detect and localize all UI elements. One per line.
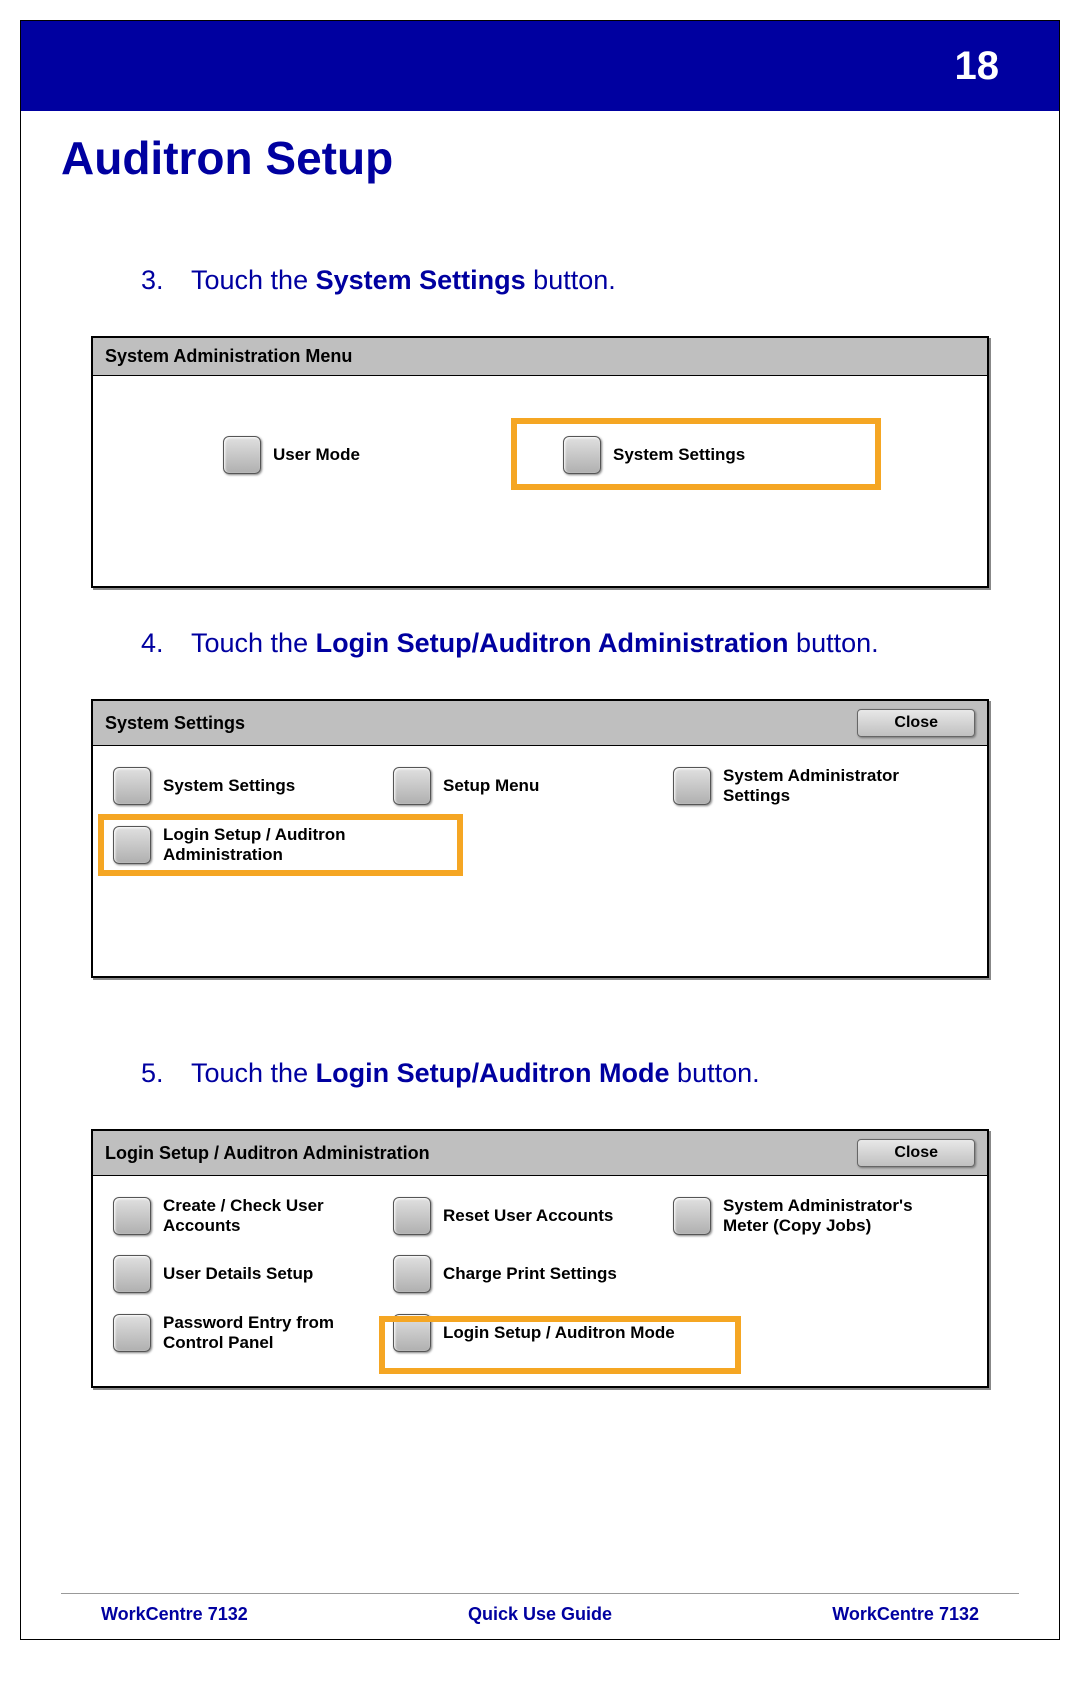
header-bar: 18 bbox=[21, 21, 1059, 111]
step-3-prefix: Touch the bbox=[191, 265, 316, 295]
login-setup-auditron-admin-label: Login Setup / Auditron Administration bbox=[163, 825, 423, 864]
footer-center: Quick Use Guide bbox=[468, 1604, 612, 1625]
login-setup-auditron-admin-button[interactable]: Login Setup / Auditron Administration bbox=[113, 825, 423, 864]
step-3: 3. Touch the System Settings button. bbox=[141, 265, 989, 296]
button-icon bbox=[673, 767, 711, 805]
step-4: 4. Touch the Login Setup/Auditron Admini… bbox=[141, 628, 989, 659]
system-settings-label-2: System Settings bbox=[163, 776, 295, 796]
panel2-close-button[interactable]: Close bbox=[857, 709, 975, 737]
password-entry-label: Password Entry from Control Panel bbox=[163, 1313, 363, 1352]
step-4-text: Touch the Login Setup/Auditron Administr… bbox=[191, 628, 989, 659]
content-area: 3. Touch the System Settings button. Sys… bbox=[21, 265, 1059, 1388]
step-5: 5. Touch the Login Setup/Auditron Mode b… bbox=[141, 1058, 989, 1089]
password-entry-button[interactable]: Password Entry from Control Panel bbox=[113, 1313, 363, 1352]
button-icon bbox=[563, 436, 601, 474]
create-check-label: Create / Check User Accounts bbox=[163, 1196, 363, 1235]
step-4-bold: Login Setup/Auditron Administration bbox=[316, 628, 789, 658]
step-3-num: 3. bbox=[141, 265, 191, 296]
main-title: Auditron Setup bbox=[21, 111, 1059, 225]
step-3-text: Touch the System Settings button. bbox=[191, 265, 989, 296]
step-5-text: Touch the Login Setup/Auditron Mode butt… bbox=[191, 1058, 989, 1089]
login-mode-label: Login Setup / Auditron Mode bbox=[443, 1323, 675, 1343]
user-details-setup-button[interactable]: User Details Setup bbox=[113, 1255, 363, 1293]
step-4-prefix: Touch the bbox=[191, 628, 316, 658]
header-spacer bbox=[61, 21, 101, 111]
footer-right: WorkCentre 7132 bbox=[832, 1604, 979, 1625]
panel3-row2: User Details Setup Charge Print Settings bbox=[113, 1255, 967, 1293]
panel2-title: System Settings bbox=[105, 713, 245, 734]
button-icon bbox=[393, 1314, 431, 1352]
panel2-header: System Settings Close bbox=[93, 701, 987, 746]
panel-system-settings: System Settings Close System Settings Se… bbox=[91, 699, 989, 978]
panel1-header: System Administration Menu bbox=[93, 338, 987, 376]
panel1-body: User Mode System Settings bbox=[93, 376, 987, 586]
step-5-suffix: button. bbox=[670, 1058, 760, 1088]
system-settings-label: System Settings bbox=[613, 445, 745, 465]
panel3-row3: Password Entry from Control Panel Login … bbox=[113, 1313, 967, 1352]
panel3-title: Login Setup / Auditron Administration bbox=[105, 1143, 430, 1164]
step-4-num: 4. bbox=[141, 628, 191, 659]
reset-user-accounts-button[interactable]: Reset User Accounts bbox=[393, 1196, 643, 1235]
sys-admin-meter-button[interactable]: System Administrator's Meter (Copy Jobs) bbox=[673, 1196, 933, 1235]
panel-login-setup-auditron-admin: Login Setup / Auditron Administration Cl… bbox=[91, 1129, 989, 1388]
create-check-user-accounts-button[interactable]: Create / Check User Accounts bbox=[113, 1196, 363, 1235]
step-5-bold: Login Setup/Auditron Mode bbox=[316, 1058, 670, 1088]
setup-menu-button[interactable]: Setup Menu bbox=[393, 766, 643, 805]
step-4-suffix: button. bbox=[789, 628, 879, 658]
charge-print-settings-button[interactable]: Charge Print Settings bbox=[393, 1255, 643, 1293]
footer: WorkCentre 7132 Quick Use Guide WorkCent… bbox=[61, 1593, 1019, 1625]
button-icon bbox=[113, 767, 151, 805]
panel1-title: System Administration Menu bbox=[105, 346, 352, 367]
panel3-row1: Create / Check User Accounts Reset User … bbox=[113, 1196, 967, 1235]
footer-left: WorkCentre 7132 bbox=[101, 1604, 248, 1625]
panel2-row2: Login Setup / Auditron Administration bbox=[113, 825, 967, 864]
step-5-num: 5. bbox=[141, 1058, 191, 1089]
sys-admin-meter-label: System Administrator's Meter (Copy Jobs) bbox=[723, 1196, 933, 1235]
charge-print-label: Charge Print Settings bbox=[443, 1264, 617, 1284]
user-mode-button[interactable]: User Mode bbox=[223, 436, 483, 474]
panel2-body: System Settings Setup Menu System Admini… bbox=[93, 746, 987, 976]
user-mode-label: User Mode bbox=[273, 445, 360, 465]
step-3-bold: System Settings bbox=[316, 265, 526, 295]
panel3-header: Login Setup / Auditron Administration Cl… bbox=[93, 1131, 987, 1176]
button-icon bbox=[673, 1197, 711, 1235]
button-icon bbox=[223, 436, 261, 474]
user-details-label: User Details Setup bbox=[163, 1264, 313, 1284]
page-border: 18 Auditron Setup 3. Touch the System Se… bbox=[20, 20, 1060, 1640]
button-icon bbox=[113, 1197, 151, 1235]
sys-admin-settings-label: System Administrator Settings bbox=[723, 766, 933, 805]
button-icon bbox=[393, 1197, 431, 1235]
button-icon bbox=[393, 1255, 431, 1293]
system-settings-button[interactable]: System Settings bbox=[563, 436, 853, 474]
panel2-row1: System Settings Setup Menu System Admini… bbox=[113, 766, 967, 805]
step-5-prefix: Touch the bbox=[191, 1058, 316, 1088]
button-icon bbox=[113, 826, 151, 864]
reset-user-label: Reset User Accounts bbox=[443, 1206, 613, 1226]
panel-system-admin-menu: System Administration Menu User Mode Sys… bbox=[91, 336, 989, 588]
button-icon bbox=[393, 767, 431, 805]
setup-menu-label: Setup Menu bbox=[443, 776, 539, 796]
system-settings-button-2[interactable]: System Settings bbox=[113, 766, 363, 805]
button-icon bbox=[113, 1314, 151, 1352]
page-number: 18 bbox=[955, 44, 1000, 89]
step-3-suffix: button. bbox=[526, 265, 616, 295]
panel1-row: User Mode System Settings bbox=[223, 436, 967, 474]
panel3-body: Create / Check User Accounts Reset User … bbox=[93, 1176, 987, 1386]
sys-admin-settings-button[interactable]: System Administrator Settings bbox=[673, 766, 933, 805]
login-setup-auditron-mode-button[interactable]: Login Setup / Auditron Mode bbox=[393, 1313, 713, 1352]
button-icon bbox=[113, 1255, 151, 1293]
panel3-close-button[interactable]: Close bbox=[857, 1139, 975, 1167]
